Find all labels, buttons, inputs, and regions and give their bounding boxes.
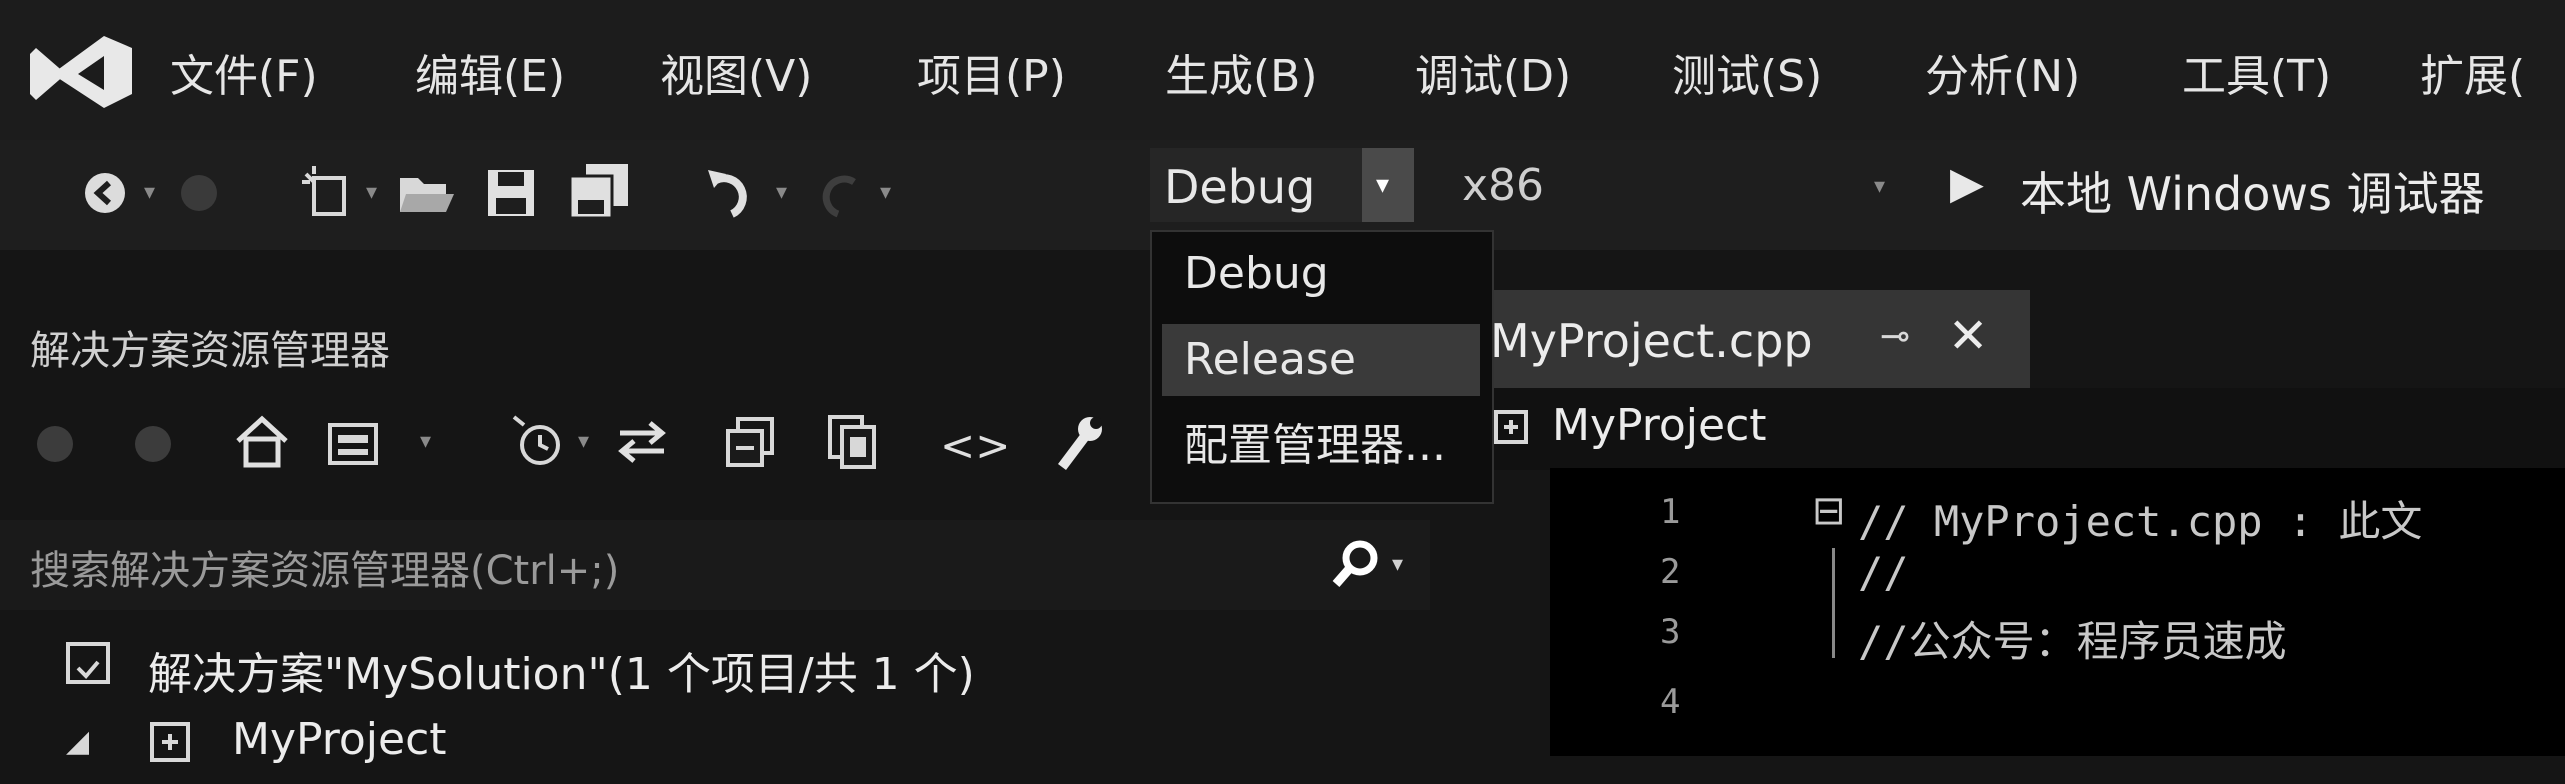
back-icon[interactable]: [82, 170, 128, 216]
solution-explorer-search-input[interactable]: 搜索解决方案资源管理器(Ctrl+;) ▾: [0, 520, 1430, 610]
code-editor[interactable]: 1 ⊟ // MyProject.cpp : 此文 2 // 3 //公众号：程…: [1550, 468, 2565, 756]
switch-views-icon[interactable]: [326, 415, 382, 469]
run-target-label: 本地 Windows 调试器: [2020, 167, 2485, 221]
code-line: 4: [1550, 668, 2565, 728]
show-all-files-icon[interactable]: [826, 413, 880, 469]
undo-dropdown-icon[interactable]: ▾: [776, 180, 787, 205]
outline-guide: [1832, 548, 1835, 608]
menu-view[interactable]: 视图(V): [660, 40, 812, 104]
outline-guide: [1832, 608, 1835, 658]
code-view-icon[interactable]: <>: [940, 421, 1010, 470]
configuration-manager-option[interactable]: 配置管理器...: [1162, 410, 1480, 482]
line-number: 4: [1660, 682, 1681, 722]
visual-studio-logo-icon[interactable]: [28, 30, 138, 112]
solution-explorer-tree: 解决方案"MySolution"(1 个项目/共 1 个) ◢ MyProjec…: [0, 618, 1560, 765]
project-label: MyProject: [232, 714, 447, 765]
switch-views-dropdown-icon[interactable]: ▾: [420, 429, 431, 454]
search-placeholder: 搜索解决方案资源管理器(Ctrl+;): [30, 548, 620, 594]
code-text: //: [1858, 548, 1909, 597]
code-text: // MyProject.cpp : 此文: [1858, 497, 2423, 546]
save-all-icon[interactable]: [568, 162, 630, 220]
redo-icon[interactable]: [810, 168, 864, 222]
solution-label: 解决方案"MySolution"(1 个项目/共 1 个): [148, 649, 975, 700]
collapse-all-icon[interactable]: [724, 415, 778, 469]
line-number: 1: [1660, 492, 1681, 532]
menu-tools[interactable]: 工具(T): [2182, 40, 2331, 104]
code-line: 3 //公众号：程序员速成: [1550, 608, 2565, 668]
project-scope-dropdown[interactable]: MyProject: [1490, 388, 2090, 470]
pin-icon[interactable]: ⊸: [1880, 316, 1910, 357]
save-icon[interactable]: [486, 168, 536, 218]
code-text: //公众号：程序员速成: [1858, 617, 2287, 666]
redo-dropdown-icon[interactable]: ▾: [880, 180, 891, 205]
line-number: 3: [1660, 612, 1681, 652]
menu-extensions[interactable]: 扩展(: [2420, 40, 2525, 104]
solution-icon: [64, 640, 112, 688]
home-icon[interactable]: [234, 415, 290, 469]
solution-platform-combo[interactable]: x86 ▾: [1414, 148, 1894, 222]
configuration-value: Debug: [1164, 160, 1316, 214]
cpp-project-icon: [1492, 408, 1532, 448]
menu-analyze[interactable]: 分析(N): [1925, 40, 2080, 104]
menu-bar: 文件(F) 编辑(E) 视图(V) 项目(P) 生成(B) 调试(D) 测试(S…: [0, 0, 2565, 140]
search-icon[interactable]: [1330, 538, 1382, 590]
menu-edit[interactable]: 编辑(E): [415, 40, 565, 104]
code-line: 1 ⊟ // MyProject.cpp : 此文: [1550, 488, 2565, 548]
menu-project[interactable]: 项目(P): [917, 40, 1066, 104]
back-icon[interactable]: [34, 423, 76, 465]
line-number: 2: [1660, 552, 1681, 592]
platform-value: x86: [1462, 160, 1545, 211]
solution-configuration-combo[interactable]: Debug: [1150, 148, 1362, 222]
project-tree-node[interactable]: ◢ MyProject: [0, 710, 1560, 784]
sync-active-document-icon[interactable]: [614, 417, 670, 467]
back-dropdown-icon[interactable]: ▾: [144, 180, 155, 205]
project-scope-label: MyProject: [1552, 400, 1767, 451]
cpp-project-icon: [148, 720, 196, 768]
solution-explorer-title: 解决方案资源管理器: [30, 328, 390, 374]
menu-test[interactable]: 测试(S): [1672, 40, 1822, 104]
properties-wrench-icon[interactable]: [1052, 413, 1104, 471]
pending-changes-filter-icon[interactable]: [510, 413, 566, 469]
close-icon[interactable]: ✕: [1948, 308, 1988, 364]
search-options-dropdown-icon[interactable]: ▾: [1392, 552, 1403, 577]
menu-build[interactable]: 生成(B): [1165, 40, 1318, 104]
chevron-down-icon: ▾: [1874, 174, 1886, 199]
solution-explorer-toolbar: ▾ ▾ <>: [0, 395, 1140, 485]
collapse-box-icon[interactable]: ⊟: [1812, 488, 1846, 534]
open-folder-icon[interactable]: [398, 170, 456, 216]
config-option-release[interactable]: Release: [1162, 324, 1480, 396]
config-option-debug[interactable]: Debug: [1162, 238, 1480, 310]
menu-debug[interactable]: 调试(D): [1415, 40, 1571, 104]
editor-navigation-bar: MyProject: [1490, 388, 2565, 470]
chevron-down-icon: ▾: [1376, 170, 1390, 200]
forward-icon[interactable]: [132, 423, 174, 465]
tab-label: MyProject.cpp: [1490, 314, 1813, 368]
filter-dropdown-icon[interactable]: ▾: [578, 429, 589, 454]
play-icon: ▶: [1950, 158, 1984, 209]
configuration-dropdown-list: Debug Release 配置管理器...: [1150, 230, 1494, 504]
collapse-triangle-icon[interactable]: ◢: [66, 724, 89, 759]
start-debugging-button[interactable]: ▶ 本地 Windows 调试器: [1950, 148, 2565, 222]
code-line: 2 //: [1550, 548, 2565, 608]
new-project-icon[interactable]: [300, 164, 354, 220]
solution-tree-node[interactable]: 解决方案"MySolution"(1 个项目/共 1 个): [0, 628, 1560, 702]
forward-icon[interactable]: [178, 172, 220, 214]
tab-myproject-cpp[interactable]: MyProject.cpp ⊸ ✕: [1490, 290, 2030, 388]
undo-icon[interactable]: [706, 166, 762, 222]
menu-file[interactable]: 文件(F): [170, 40, 318, 104]
new-dropdown-icon[interactable]: ▾: [366, 180, 377, 205]
configuration-dropdown-button[interactable]: ▾: [1362, 148, 1414, 222]
